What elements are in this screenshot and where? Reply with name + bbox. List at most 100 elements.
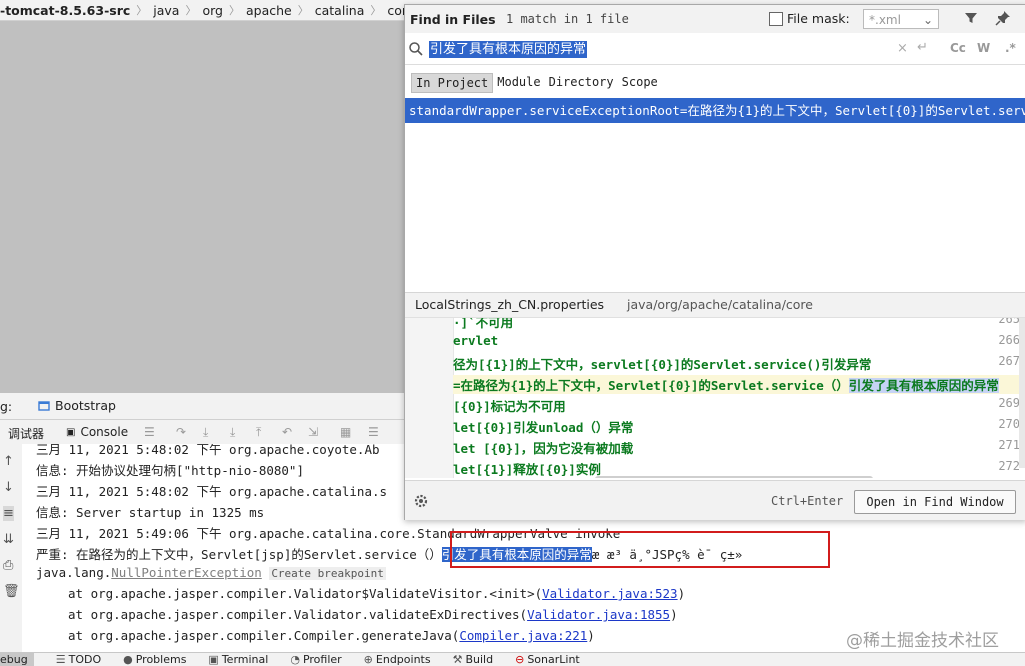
stack-suffix: ) xyxy=(587,628,595,643)
stack-line: at org.apache.jasper.compiler.Compiler.g… xyxy=(68,628,595,643)
search-input[interactable]: 引发了具有根本原因的异常 xyxy=(429,41,588,58)
more-icon[interactable]: ☰ xyxy=(368,425,379,439)
exception-prefix: java.lang. xyxy=(36,565,112,580)
filter-icon[interactable] xyxy=(963,10,979,26)
regex-button[interactable]: .* xyxy=(1005,41,1016,55)
scroll-to-end-icon[interactable]: ⇊ xyxy=(3,532,14,547)
breadcrumb-item[interactable]: apache xyxy=(240,3,298,18)
line-number: 267 xyxy=(998,354,1020,368)
pin-icon[interactable] xyxy=(995,10,1011,26)
vertical-scrollbar[interactable] xyxy=(1019,318,1025,468)
file-mask-value: *.xml xyxy=(869,13,901,27)
find-title: Find in Files xyxy=(410,12,496,27)
tool-endpoints[interactable]: ⊕ Endpoints xyxy=(364,653,431,666)
find-in-files-popup: Find in Files 1 match in 1 file File mas… xyxy=(404,4,1025,520)
stack-link[interactable]: Validator.java:1855 xyxy=(527,607,670,622)
chevron-right-icon: 〉 xyxy=(297,4,309,17)
find-footer: Ctrl+Enter Open in Find Window xyxy=(405,480,1025,520)
breadcrumb-item[interactable]: catalina xyxy=(309,3,371,18)
tab-console[interactable]: ▣ Console xyxy=(66,425,128,439)
close-icon[interactable]: × xyxy=(897,41,908,56)
run-label: g: xyxy=(0,399,13,414)
whole-words-button[interactable]: W xyxy=(977,41,990,55)
step-into-icon[interactable]: ⤓ xyxy=(203,425,208,440)
tool-label: Problems xyxy=(135,653,187,666)
stack-suffix: ) xyxy=(670,607,678,622)
code-line: ·]`不可用 xyxy=(453,318,514,330)
line-number-gutter xyxy=(405,318,454,478)
run-to-cursor-icon[interactable]: ⇲ xyxy=(308,425,318,439)
match-case-button[interactable]: Cc xyxy=(950,41,966,55)
exception-link[interactable]: NullPointerException xyxy=(111,565,262,580)
find-header: Find in Files 1 match in 1 file File mas… xyxy=(405,5,1025,33)
step-over-icon[interactable]: ↷ xyxy=(176,425,186,439)
tool-terminal[interactable]: ▣ Terminal xyxy=(208,653,268,666)
hammer-icon: ⚒ xyxy=(452,653,463,666)
gear-icon[interactable] xyxy=(413,493,429,509)
stack-line: at org.apache.jasper.compiler.Validator.… xyxy=(68,607,678,622)
open-in-find-window-button[interactable]: Open in Find Window xyxy=(854,490,1016,514)
application-icon xyxy=(38,401,50,411)
console-line: 信息: 开始协议处理句柄["http-nio-8080"] xyxy=(36,463,304,478)
horizontal-scrollbar[interactable] xyxy=(595,476,873,478)
code-line: let [{0}]，因为它没有被加载 xyxy=(453,441,634,456)
stack-prefix: at org.apache.jasper.compiler.Validator$… xyxy=(68,586,543,601)
run-tool-window-header: g: Bootstrap xyxy=(0,393,404,420)
tool-label: SonarLint xyxy=(527,653,580,666)
print-icon[interactable]: ⎙ xyxy=(3,558,13,573)
chevron-down-icon: ⌄ xyxy=(922,13,933,27)
stack-prefix: at org.apache.jasper.compiler.Compiler.g… xyxy=(68,628,460,643)
severe-prefix: 严重: 在路径为的上下文中，Servlet[jsp]的Servlet.servi… xyxy=(36,547,442,562)
preview-file-path: java/org/apache/catalina/core xyxy=(627,297,813,312)
tool-build[interactable]: ⚒ Build xyxy=(453,653,494,666)
match-highlight: 引发了具有根本原因的异常 xyxy=(848,378,999,393)
tool-debug[interactable]: ebug xyxy=(0,653,34,666)
file-mask-checkbox[interactable] xyxy=(769,12,783,26)
tab-debugger[interactable]: 调试器 xyxy=(8,425,44,442)
breadcrumb-item[interactable]: org xyxy=(196,3,229,18)
tab-bootstrap[interactable]: Bootstrap xyxy=(32,395,122,417)
file-mask-select[interactable]: *.xml ⌄ xyxy=(863,9,939,29)
tool-problems[interactable]: ● Problems xyxy=(123,653,186,666)
drop-frame-icon[interactable]: ↶ xyxy=(282,425,292,439)
stack-prefix: at org.apache.jasper.compiler.Validator.… xyxy=(68,607,528,622)
tool-profiler[interactable]: ◔ Profiler xyxy=(290,653,341,666)
tool-label: Endpoints xyxy=(375,653,431,666)
up-arrow-icon[interactable]: ↑ xyxy=(3,454,14,469)
force-step-into-icon[interactable]: ⤓ xyxy=(230,425,235,440)
info-icon: ● xyxy=(123,653,133,666)
tool-sonarlint[interactable]: ⊖ SonarLint xyxy=(515,653,580,666)
stack-line: at org.apache.jasper.compiler.Validator$… xyxy=(68,586,685,601)
chevron-right-icon: 〉 xyxy=(136,4,148,17)
menu-icon[interactable]: ☰ xyxy=(144,425,155,439)
result-row[interactable]: standardWrapper.serviceExceptionRoot=在路径… xyxy=(405,98,1025,123)
tool-todo[interactable]: ☰ TODO xyxy=(56,653,101,666)
watermark: @稀土掘金技术社区 xyxy=(846,631,999,651)
preview-header: LocalStrings_zh_CN.properties java/org/a… xyxy=(405,292,1025,318)
down-arrow-icon[interactable]: ↓ xyxy=(3,480,14,495)
soft-wrap-icon[interactable]: ≡ xyxy=(3,506,14,521)
tool-window-bar: ebug ☰ TODO ● Problems ▣ Terminal ◔ Profiler… xyxy=(0,652,1025,666)
code-preview[interactable]: 265 ·]`不可用 266 ervlet 267 径为[{1}]的上下文中，s… xyxy=(405,318,1025,478)
step-out-icon[interactable]: ⤒ xyxy=(256,425,261,440)
tab-label: Console xyxy=(80,425,129,439)
trash-icon[interactable]: 🗑 xyxy=(3,584,20,599)
search-icon[interactable] xyxy=(408,41,424,57)
tab-directory[interactable]: Directory xyxy=(545,73,618,93)
newline-icon[interactable]: ↵ xyxy=(917,40,928,55)
breadcrumb-item[interactable]: -tomcat-8.5.63-src xyxy=(0,3,136,18)
tab-in-project[interactable]: In Project xyxy=(411,73,494,93)
stack-link[interactable]: Compiler.java:221 xyxy=(459,628,587,643)
tab-scope[interactable]: Scope xyxy=(618,73,662,93)
profiler-icon: ◔ xyxy=(290,653,300,666)
tab-module[interactable]: Module xyxy=(493,73,544,93)
evaluate-icon[interactable]: ▦ xyxy=(340,425,351,439)
breadcrumb-item[interactable]: java xyxy=(147,3,185,18)
line-number: 266 xyxy=(998,333,1020,347)
tool-label: Terminal xyxy=(221,653,269,666)
stack-link[interactable]: Validator.java:523 xyxy=(542,586,677,601)
shortcut-hint: Ctrl+Enter xyxy=(771,494,844,508)
line-number: 269 xyxy=(998,396,1020,410)
console-line: 信息: Server startup in 1325 ms xyxy=(36,505,265,520)
create-breakpoint-link[interactable]: Create breakpoint xyxy=(269,567,386,580)
